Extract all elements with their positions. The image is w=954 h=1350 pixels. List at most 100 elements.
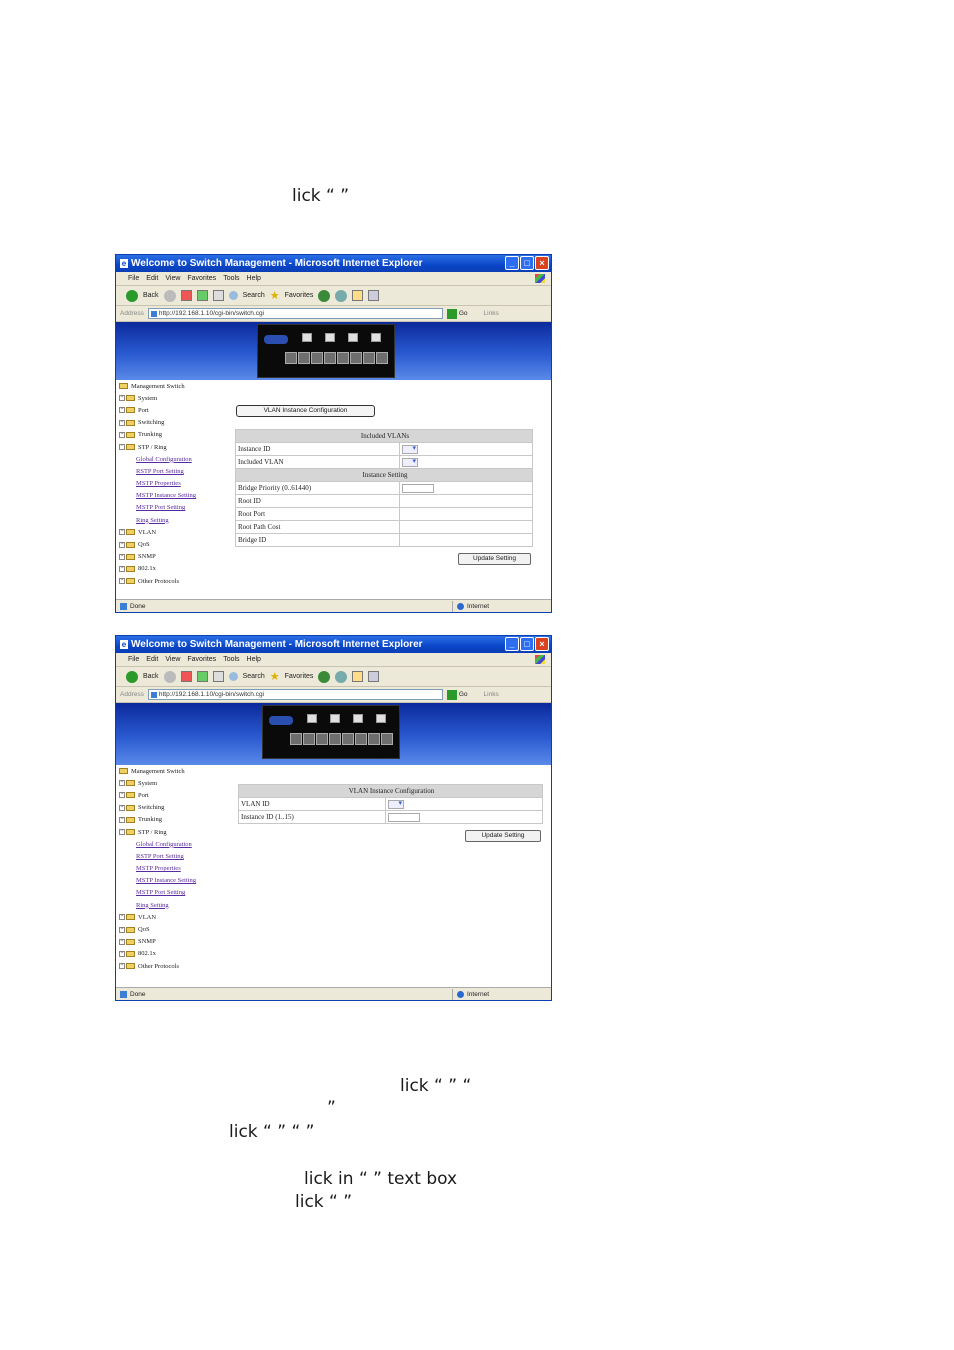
expand-icon[interactable]: + (119, 780, 125, 787)
tree-item-qos[interactable]: + QoS (116, 923, 234, 935)
address-input[interactable]: http://192.168.1.10/cgi-bin/switch.cgi (147, 689, 443, 700)
tree-item-8021x[interactable]: +802.1x (116, 948, 234, 960)
maximize-icon[interactable]: □ (520, 637, 534, 651)
tree-item-snmp[interactable]: + SNMP (116, 551, 234, 563)
expand-icon[interactable]: + (119, 816, 125, 823)
minimize-icon[interactable]: _ (505, 256, 519, 270)
minimize-icon[interactable]: _ (505, 637, 519, 651)
included-vlan-select[interactable] (402, 457, 418, 467)
tree-link-global-configuration[interactable]: Global Configuration (116, 838, 234, 850)
tree-item-qos[interactable]: + QoS (116, 538, 234, 550)
mail-icon[interactable] (352, 671, 364, 682)
go-button[interactable]: Go (446, 308, 468, 319)
bridge-priority-input[interactable] (402, 483, 434, 493)
tree-item-vlan[interactable]: + VLAN (116, 911, 234, 923)
menu-help[interactable]: Help (247, 656, 261, 663)
expand-icon[interactable]: + (119, 431, 125, 438)
expand-icon[interactable]: + (119, 926, 125, 933)
expand-icon[interactable]: + (119, 553, 125, 560)
tree-item-other-protocols[interactable]: + Other Protocols (116, 960, 234, 972)
mail-icon[interactable] (352, 290, 364, 301)
media-icon[interactable] (318, 670, 331, 683)
print-icon[interactable] (368, 671, 380, 682)
menu-edit[interactable]: Edit (146, 275, 158, 282)
tree-item-trunking[interactable]: + Trunking (116, 429, 234, 441)
history-icon[interactable] (335, 670, 348, 683)
instance-id-select[interactable] (402, 444, 418, 454)
menu-view[interactable]: View (165, 656, 180, 663)
expand-icon[interactable]: + (119, 963, 125, 970)
refresh-icon[interactable] (196, 290, 208, 301)
expand-icon[interactable]: + (119, 950, 125, 957)
menu-tools[interactable]: Tools (223, 656, 239, 663)
tree-link-mstp-instance-setting[interactable]: MSTP Instance Setting (116, 490, 234, 502)
tree-item-port[interactable]: + Port (116, 789, 234, 801)
expand-icon[interactable]: + (119, 419, 125, 426)
tree-item-trunking[interactable]: + Trunking (116, 814, 234, 826)
links-label[interactable]: Links (484, 691, 499, 698)
tree-link-mstp-port-setting[interactable]: MSTP Port Setting (116, 887, 234, 899)
back-icon[interactable] (126, 670, 138, 683)
menu-favorites[interactable]: Favorites (187, 656, 216, 663)
expand-icon[interactable]: + (119, 578, 125, 585)
back-label[interactable]: Back (143, 673, 159, 680)
vlan-id-select[interactable] (388, 799, 404, 809)
vlan-instance-configuration-button[interactable]: VLAN Instance Configuration (236, 405, 375, 417)
tree-link-mstp-properties[interactable]: MSTP Properties (116, 478, 234, 490)
update-setting-button[interactable]: Update Setting (458, 553, 531, 565)
maximize-icon[interactable]: □ (520, 256, 534, 270)
tree-item-snmp[interactable]: + SNMP (116, 936, 234, 948)
menu-help[interactable]: Help (247, 275, 261, 282)
tree-link-mstp-instance-setting[interactable]: MSTP Instance Setting (116, 875, 234, 887)
refresh-icon[interactable] (196, 671, 208, 682)
tree-root[interactable]: Management Switch (116, 765, 234, 777)
expand-icon[interactable]: + (119, 792, 125, 799)
favorites-label[interactable]: Favorites (285, 673, 314, 680)
tree-link-ring-setting[interactable]: Ring Setting (116, 899, 234, 911)
collapse-icon[interactable]: − (119, 444, 125, 451)
favorites-icon[interactable]: ★ (270, 289, 280, 302)
search-icon[interactable] (228, 291, 238, 300)
tree-item-stp-ring[interactable]: − STP / Ring (116, 441, 234, 453)
expand-icon[interactable]: + (119, 529, 125, 536)
favorites-label[interactable]: Favorites (285, 292, 314, 299)
print-icon[interactable] (368, 290, 380, 301)
forward-icon[interactable] (163, 289, 176, 302)
close-icon[interactable]: × (535, 637, 549, 651)
tree-root[interactable]: Management Switch (116, 380, 234, 392)
expand-icon[interactable]: + (119, 938, 125, 945)
menu-file[interactable]: File (128, 656, 139, 663)
tree-link-mstp-port-setting[interactable]: MSTP Port Setting (116, 502, 234, 514)
tree-item-system[interactable]: + System (116, 777, 234, 789)
expand-icon[interactable]: + (119, 541, 125, 548)
tree-link-ring-setting[interactable]: Ring Setting (116, 514, 234, 526)
collapse-icon[interactable]: − (119, 829, 125, 836)
tree-link-rstp-port-setting[interactable]: RSTP Port Setting (116, 850, 234, 862)
search-label[interactable]: Search (243, 673, 265, 680)
menu-view[interactable]: View (165, 275, 180, 282)
instance-id-input[interactable] (388, 812, 420, 822)
menu-favorites[interactable]: Favorites (187, 275, 216, 282)
search-label[interactable]: Search (243, 292, 265, 299)
tree-item-system[interactable]: + System (116, 392, 234, 404)
expand-icon[interactable]: + (119, 407, 125, 414)
tree-item-switching[interactable]: + Switching (116, 802, 234, 814)
expand-icon[interactable]: + (119, 804, 125, 811)
expand-icon[interactable]: + (119, 914, 125, 921)
tree-item-other-protocols[interactable]: + Other Protocols (116, 575, 234, 587)
expand-icon[interactable]: + (119, 395, 125, 402)
media-icon[interactable] (318, 289, 331, 302)
close-icon[interactable]: × (535, 256, 549, 270)
tree-item-vlan[interactable]: + VLAN (116, 526, 234, 538)
tree-link-mstp-properties[interactable]: MSTP Properties (116, 863, 234, 875)
address-input[interactable]: http://192.168.1.10/cgi-bin/switch.cgi (147, 308, 443, 319)
menu-file[interactable]: File (128, 275, 139, 282)
search-icon[interactable] (228, 672, 238, 681)
forward-icon[interactable] (163, 670, 176, 683)
update-setting-button[interactable]: Update Setting (465, 830, 541, 842)
back-icon[interactable] (126, 289, 138, 302)
expand-icon[interactable]: + (119, 565, 125, 572)
history-icon[interactable] (335, 289, 348, 302)
stop-icon[interactable] (180, 671, 192, 682)
tree-item-stp-ring[interactable]: − STP / Ring (116, 826, 234, 838)
